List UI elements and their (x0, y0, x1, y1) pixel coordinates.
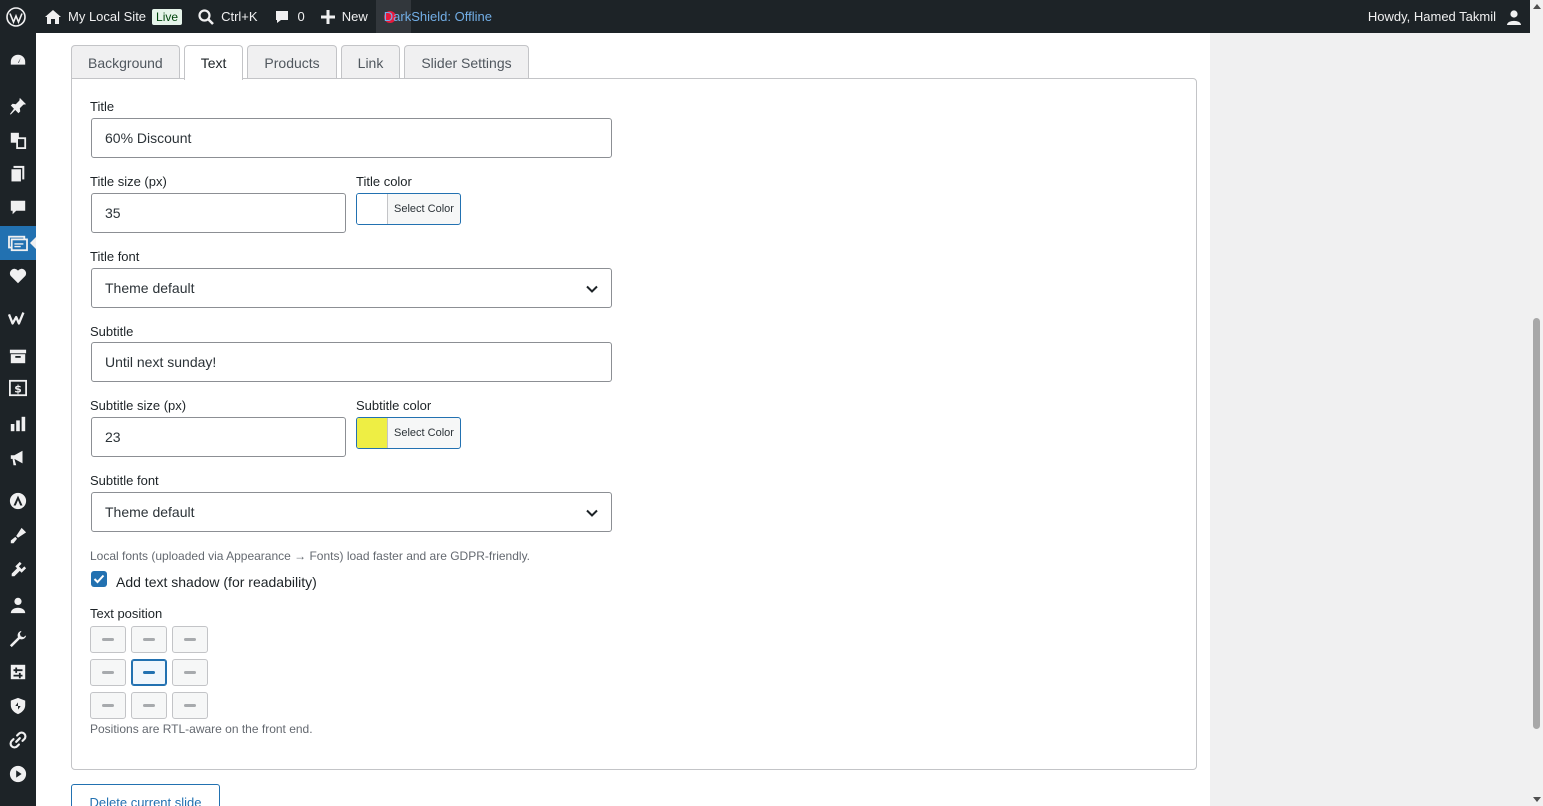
chevron-down-icon (586, 509, 598, 517)
subtitle-font-value: Theme default (105, 504, 195, 520)
shield-icon[interactable] (0, 689, 36, 723)
slide-tabs: Background Text Products Link Slider Set… (71, 45, 533, 80)
subtitle-color-label: Subtitle color (356, 398, 432, 413)
new-label: New (341, 9, 368, 24)
title-font-select[interactable]: Theme default (91, 268, 612, 308)
admin-sidebar: $ (0, 33, 36, 806)
subtitle-color-button-label: Select Color (394, 427, 454, 439)
position-middle-left[interactable] (90, 659, 126, 686)
delete-slide-button[interactable]: Delete current slide (71, 784, 220, 806)
title-font-value: Theme default (105, 280, 195, 296)
search-shortcut[interactable]: Ctrl+K (190, 0, 265, 33)
subtitle-color-button[interactable]: Select Color (356, 417, 461, 449)
plugins-icon[interactable] (0, 553, 36, 587)
user-avatar-icon (1507, 9, 1521, 25)
woo-icon[interactable] (0, 301, 36, 335)
comments-link[interactable]: 0 (266, 0, 313, 33)
title-color-button-label: Select Color (394, 203, 454, 215)
tab-background[interactable]: Background (71, 45, 180, 79)
title-label: Title (90, 99, 115, 114)
tab-products[interactable]: Products (247, 45, 337, 79)
link-icon[interactable] (0, 723, 36, 757)
right-column (1210, 33, 1530, 806)
subtitle-font-select[interactable]: Theme default (91, 492, 612, 532)
howdy-label: Howdy, Hamed Takmil (1367, 9, 1496, 24)
main-content: Background Text Products Link Slider Set… (36, 33, 1210, 806)
tab-text[interactable]: Text (183, 45, 244, 80)
home-icon (45, 9, 61, 24)
plus-icon (320, 9, 335, 24)
position-bottom-center[interactable] (131, 692, 167, 719)
text-position-label: Text position (90, 606, 163, 621)
subtitle-size-label: Subtitle size (px) (90, 398, 187, 413)
comments-icon[interactable] (0, 191, 36, 225)
title-color-button[interactable]: Select Color (356, 193, 461, 225)
position-bottom-right[interactable] (172, 692, 208, 719)
slider-icon[interactable] (0, 226, 36, 260)
media-icon[interactable] (0, 123, 36, 157)
title-color-swatch (357, 194, 388, 224)
dashboard-icon[interactable] (0, 44, 36, 78)
subtitle-color-swatch (357, 418, 388, 448)
position-top-left[interactable] (90, 626, 126, 653)
settings-icon[interactable] (0, 655, 36, 689)
scroll-up-icon[interactable] (1533, 4, 1541, 9)
new-content-link[interactable]: New (313, 0, 376, 33)
title-input[interactable]: 60% Discount (91, 118, 612, 158)
text-shadow-checkbox[interactable] (91, 571, 107, 587)
position-top-center[interactable] (131, 626, 167, 653)
svg-text:$: $ (14, 383, 22, 396)
megaphone-icon[interactable] (0, 441, 36, 475)
position-hint: Positions are RTL-aware on the front end… (90, 722, 313, 736)
page-scrollbar[interactable] (1530, 0, 1543, 806)
search-shortcut-label: Ctrl+K (221, 9, 258, 24)
my-account[interactable]: Howdy, Hamed Takmil (1360, 0, 1530, 33)
users-icon[interactable] (0, 588, 36, 622)
position-middle-right[interactable] (172, 659, 208, 686)
darkshield-status[interactable]: DarkShield: Offline (375, 0, 492, 33)
site-name-link[interactable]: My Local Site Live (36, 0, 190, 33)
subtitle-input[interactable]: Until next sunday! (91, 342, 612, 382)
appearance-icon[interactable] (0, 519, 36, 553)
play-icon[interactable] (0, 757, 36, 791)
position-middle-center[interactable] (131, 659, 167, 686)
wordpress-logo-icon[interactable] (0, 0, 36, 33)
text-settings-panel: Title 60% Discount Title size (px) 35 Ti… (71, 78, 1197, 770)
title-color-label: Title color (356, 174, 412, 189)
text-shadow-label[interactable]: Add text shadow (for readability) (116, 574, 317, 590)
subtitle-size-input[interactable]: 23 (91, 417, 346, 457)
text-position-grid (90, 626, 210, 720)
chevron-down-icon (586, 285, 598, 293)
site-name: My Local Site (68, 9, 147, 24)
comment-icon (275, 10, 288, 23)
stats-icon[interactable] (0, 407, 36, 441)
tab-slider-settings[interactable]: Slider Settings (404, 45, 529, 79)
checkmark-icon (93, 574, 105, 584)
pin-icon[interactable] (0, 89, 36, 123)
fonts-hint: Local fonts (uploaded via Appearance → F… (90, 549, 531, 563)
title-size-input[interactable]: 35 (91, 193, 346, 233)
astra-icon[interactable] (0, 484, 36, 518)
heart-icon[interactable] (0, 259, 36, 293)
admin-bar: My Local Site Live Ctrl+K 0 New DarkShie… (0, 0, 1530, 33)
tools-icon[interactable] (0, 622, 36, 656)
search-icon (198, 8, 214, 25)
position-top-right[interactable] (172, 626, 208, 653)
live-badge: Live (152, 8, 183, 25)
dollar-icon[interactable]: $ (0, 371, 36, 405)
tab-link[interactable]: Link (340, 45, 401, 79)
comments-count: 0 (297, 9, 305, 24)
darkshield-label: DarkShield: Offline (383, 9, 492, 24)
subtitle-label: Subtitle (90, 324, 134, 339)
title-font-label: Title font (90, 249, 140, 264)
scrollbar-thumb[interactable] (1533, 318, 1540, 729)
position-bottom-left[interactable] (90, 692, 126, 719)
title-size-label: Title size (px) (90, 174, 167, 189)
pages-icon[interactable] (0, 157, 36, 191)
subtitle-font-label: Subtitle font (90, 473, 159, 488)
archive-icon[interactable] (0, 339, 36, 373)
scroll-down-icon[interactable] (1533, 797, 1541, 802)
